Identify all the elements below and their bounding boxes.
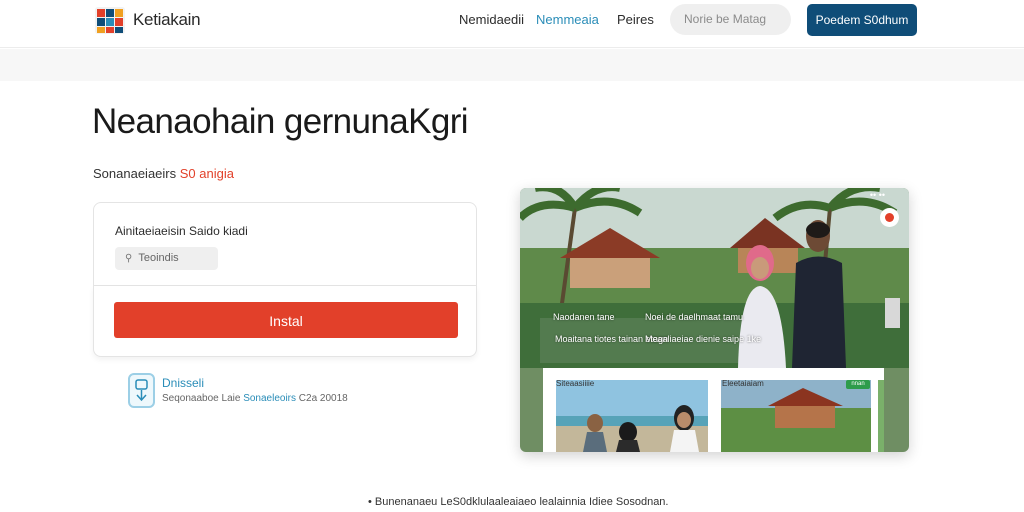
page-title: Neanaohain gernunaKgri <box>92 102 469 141</box>
preview-photo: •• •• Naodanen tane Noei de daelhmaat ta… <box>520 188 909 452</box>
search-icon: ⚲ <box>125 253 133 264</box>
search-input[interactable]: Norie be Matag <box>670 4 791 35</box>
subtitle-accent: S0 anigia <box>179 166 234 181</box>
download-meta-prefix: Seqonaaboe Laie <box>162 393 241 404</box>
preview-caption-1: Naodanen tane <box>553 312 615 322</box>
install-button[interactable]: Instal <box>114 302 458 338</box>
header-cta-button[interactable]: Poedem S0dhum <box>807 4 917 36</box>
download-meta-link[interactable]: Sonaeleoirs <box>243 393 296 404</box>
status-badge: nnan <box>846 380 870 389</box>
preview-caption-2: Noei de daelhmaat tamu <box>645 312 744 322</box>
thumbnail-label-1: Siteaasiiiie <box>556 379 595 388</box>
download-meta-suffix: C2a 20018 <box>298 393 348 404</box>
subtitle-text: Sonanaeiaeirs <box>93 166 177 181</box>
form-text-input[interactable]: ⚲ Teoindis <box>115 247 218 270</box>
top-navigation-bar: Ketiakain Nemidaedii Nemmeaia Peires Nor… <box>0 0 1024 48</box>
location-pin-icon[interactable] <box>880 208 899 227</box>
nav-link-2-active[interactable]: Nemmeaia <box>536 12 599 27</box>
brand-name[interactable]: Ketiakain <box>133 10 201 30</box>
footer-note: • Bunenanaeu LeS0dklulaaleaiaeo lealainn… <box>368 496 669 508</box>
download-title-link[interactable]: Dnisseli <box>162 376 204 390</box>
preview-caption-4: Meaaliaeiae dienie saipe 1ke <box>645 334 762 344</box>
preview-dots: •• •• <box>869 190 885 200</box>
thumbnail-label-2: Eleetaiaiam <box>722 379 764 388</box>
nav-link-1[interactable]: Nemidaedii <box>459 12 524 27</box>
grid-logo-icon[interactable] <box>94 4 126 36</box>
download-meta: Seqonaaboe Laie Sonaeleoirs C2a 20018 <box>162 393 348 404</box>
install-form-card: Ainitaeiaeisin Saido kiadi ⚲ Teoindis <box>93 202 477 286</box>
form-input-value: Teoindis <box>138 252 179 264</box>
sub-header-band <box>0 49 1024 81</box>
download-file-icon[interactable] <box>128 373 155 408</box>
form-label: Ainitaeiaeisin Saido kiadi <box>115 224 248 238</box>
nav-link-3[interactable]: Peires <box>617 12 654 27</box>
page-subtitle: Sonanaeiaeirs S0 anigia <box>93 166 234 181</box>
